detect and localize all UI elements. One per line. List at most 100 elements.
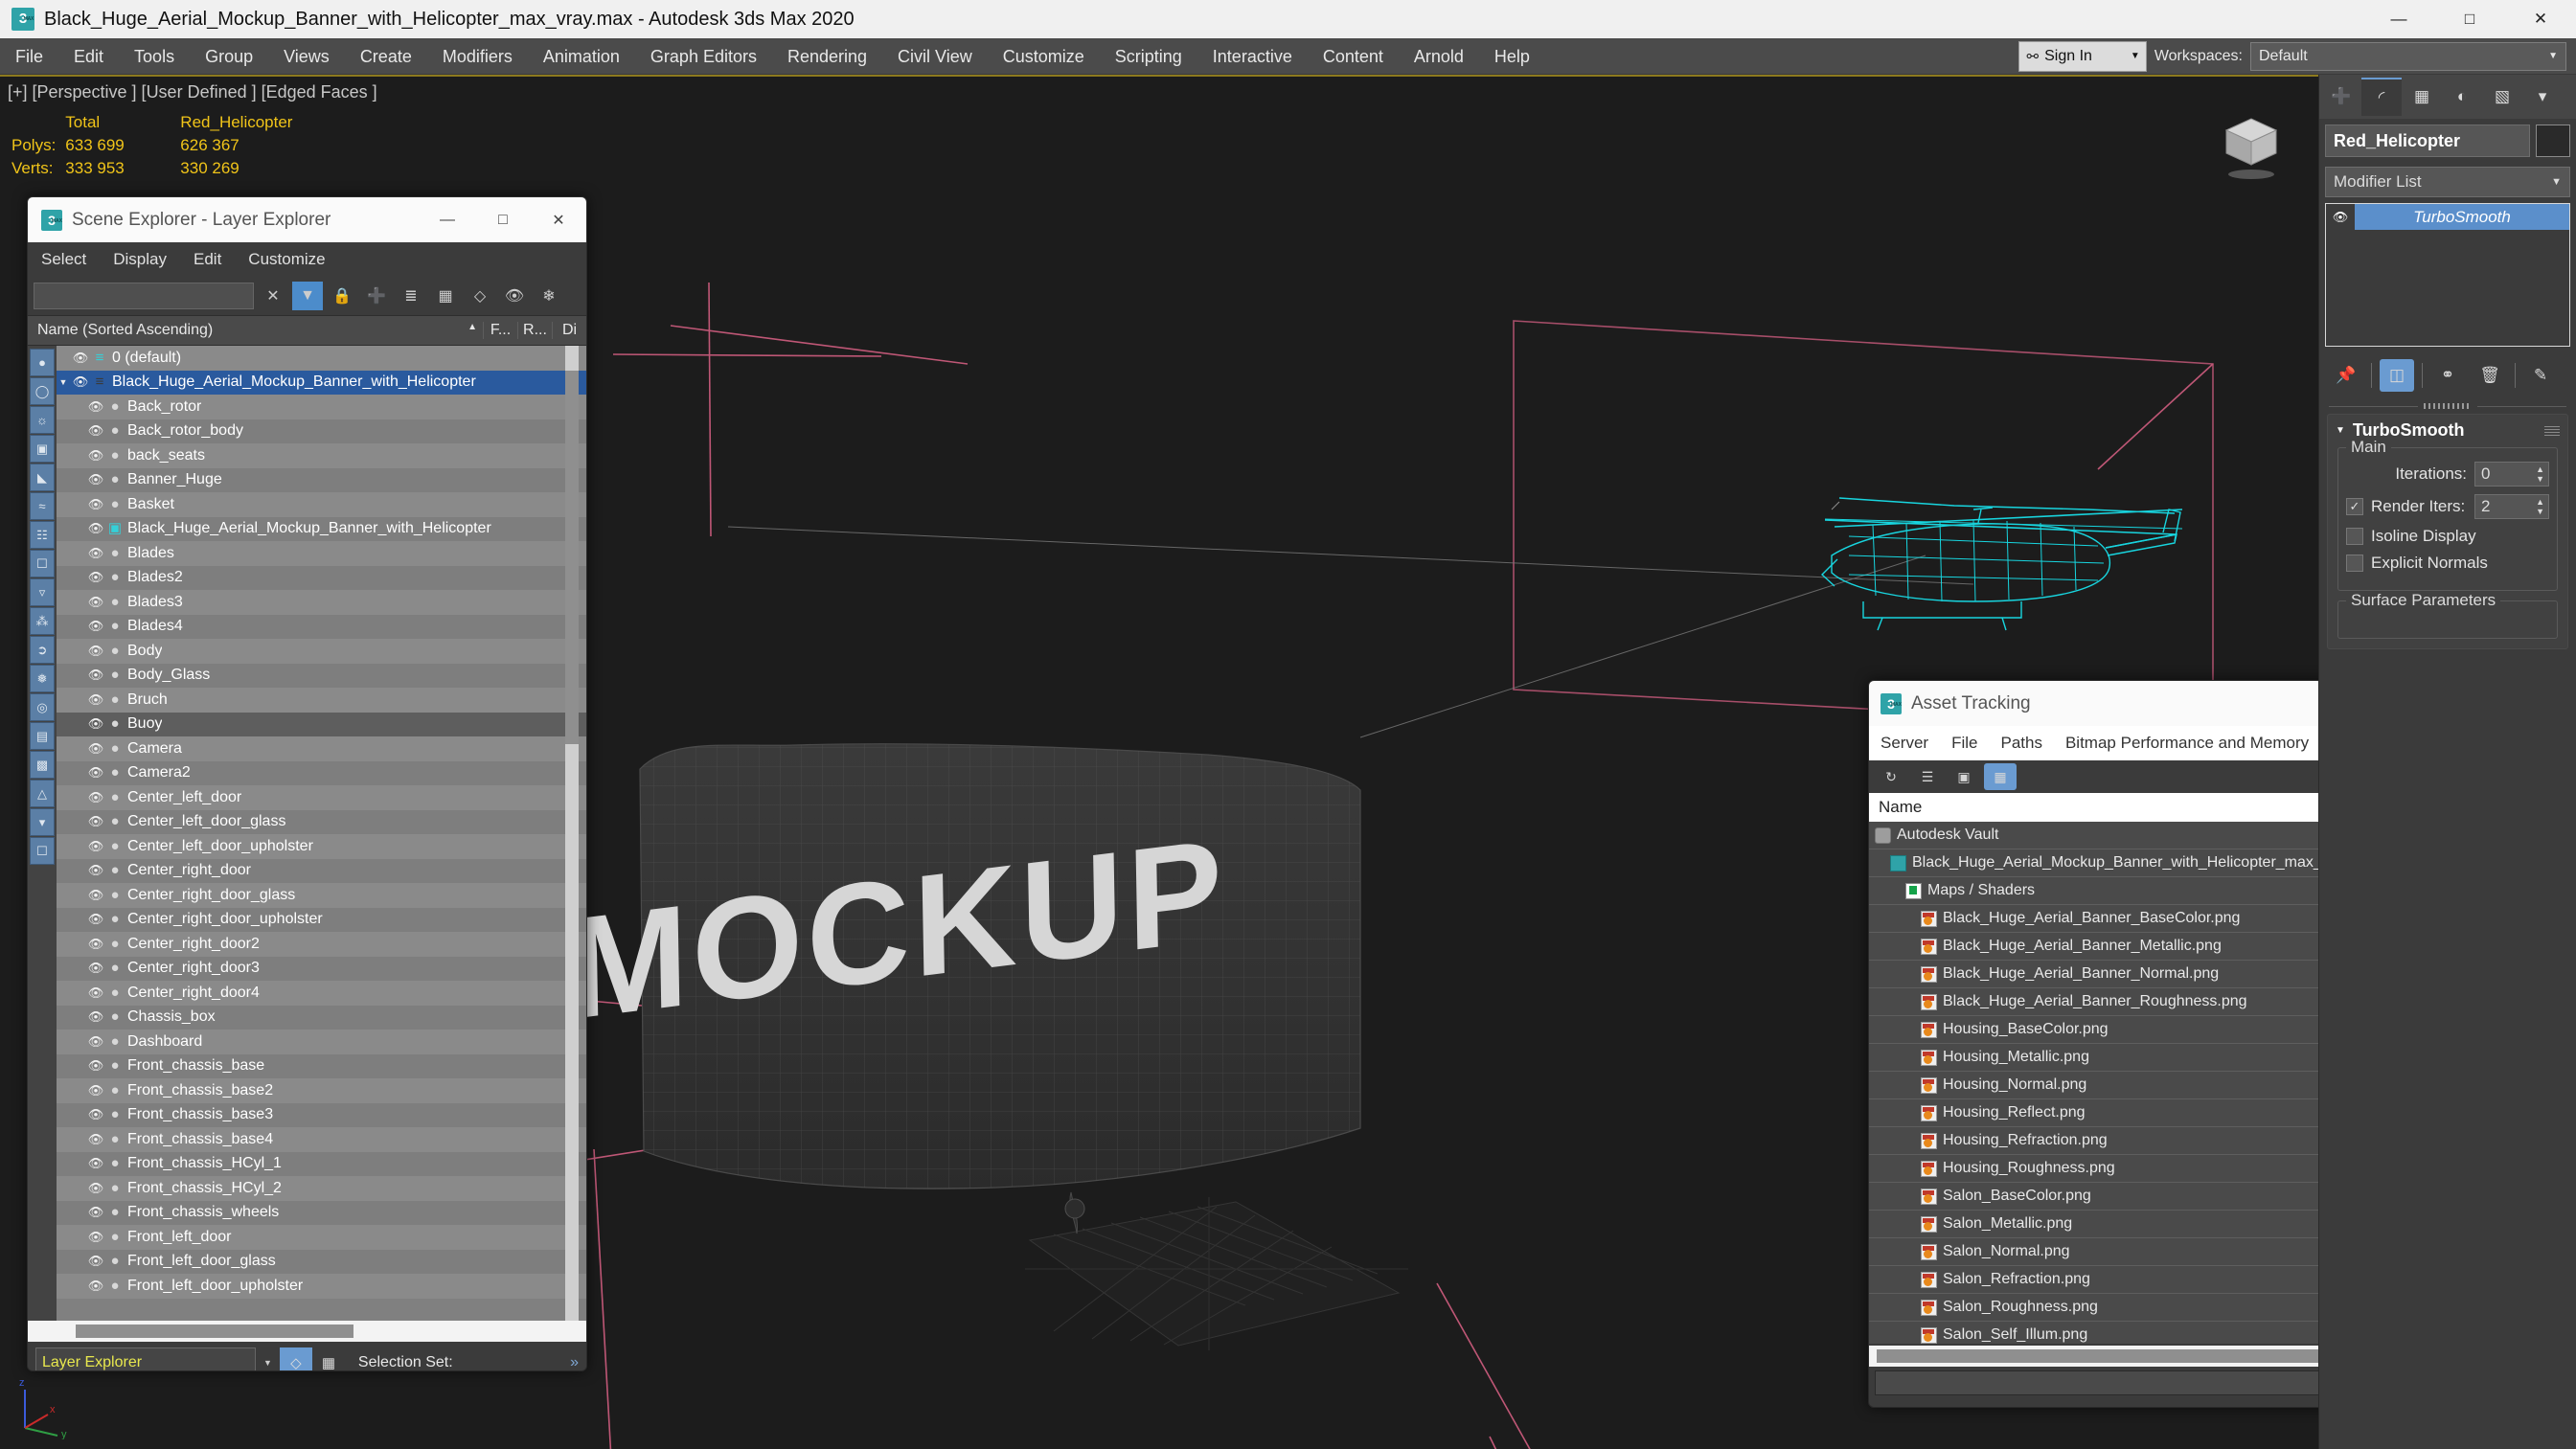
eye-icon[interactable]: 👁: [85, 741, 106, 757]
sign-in-button[interactable]: ⚯ Sign In ▼: [2017, 40, 2147, 72]
layers-icon[interactable]: ◇: [465, 282, 495, 310]
create-tab[interactable]: ➕: [2321, 78, 2361, 116]
se-menu-display[interactable]: Display: [100, 250, 180, 269]
command-panel[interactable]: ➕ ◜ ▦ ◐ ▧ ▾ Red_Helicopter Modifier List…: [2318, 75, 2576, 1449]
eye-icon[interactable]: 👁: [85, 472, 106, 487]
layer-explorer-toggle[interactable]: ◇: [279, 1347, 312, 1370]
scene-explorer-vscrollbar[interactable]: [565, 346, 579, 1321]
filter-extra-icon[interactable]: ☐: [30, 837, 55, 865]
eye-icon[interactable]: 👁: [85, 1181, 106, 1196]
filter-bones-icon[interactable]: ▿: [30, 578, 55, 606]
menu-graph-editors[interactable]: Graph Editors: [635, 38, 772, 75]
scene-explorer-row[interactable]: 👁 ● Blades4: [57, 614, 586, 639]
filter-selection-icon[interactable]: ➲: [30, 636, 55, 664]
make-unique-icon[interactable]: ⚭: [2430, 359, 2465, 392]
column-frozen[interactable]: F...: [483, 322, 517, 339]
eye-icon[interactable]: 👁: [70, 374, 91, 390]
workspace-dropdown[interactable]: Default ▼: [2250, 41, 2566, 71]
menu-customize[interactable]: Customize: [988, 38, 1100, 75]
scene-explorer-row[interactable]: 👁 ● Front_left_door_upholster: [57, 1274, 586, 1299]
eye-icon[interactable]: 👁: [2326, 204, 2355, 230]
menu-group[interactable]: Group: [190, 38, 268, 75]
eye-icon[interactable]: 👁: [85, 521, 106, 536]
modify-tab[interactable]: ◜: [2361, 78, 2402, 116]
eye-icon[interactable]: 👁: [85, 1009, 106, 1025]
scene-explorer-row[interactable]: 👁 ● Front_chassis_base2: [57, 1078, 586, 1103]
filter-frozen-icon[interactable]: ❅: [30, 665, 55, 692]
filter-icon[interactable]: ▼: [292, 282, 323, 310]
scene-explorer-row[interactable]: 👁 ● Camera2: [57, 760, 586, 785]
eye-icon[interactable]: 👁: [85, 1156, 106, 1171]
scene-explorer-row[interactable]: 👁 ● Center_right_door_upholster: [57, 907, 586, 932]
add-layer-icon[interactable]: ➕: [361, 282, 392, 310]
scene-explorer-row[interactable]: 👁 ● Banner_Huge: [57, 467, 586, 492]
column-display[interactable]: Di: [552, 322, 586, 339]
scene-explorer-row[interactable]: 👁 ▣ Black_Huge_Aerial_Mockup_Banner_with_H…: [57, 516, 586, 541]
eye-icon[interactable]: 👁: [85, 1058, 106, 1074]
scene-explorer-row[interactable]: 👁 ● Center_left_door: [57, 785, 586, 810]
scene-explorer-row[interactable]: 👁 ● Center_right_door_glass: [57, 883, 586, 908]
eye-icon[interactable]: 👁: [85, 1279, 106, 1294]
menu-animation[interactable]: Animation: [528, 38, 635, 75]
filter-shapes-icon[interactable]: ◯: [30, 377, 55, 405]
eye-icon[interactable]: 👁: [85, 765, 106, 781]
freeze-icon[interactable]: ❄: [534, 282, 564, 310]
scene-explorer-minimize[interactable]: —: [420, 197, 475, 242]
at-menu-file[interactable]: File: [1940, 734, 1989, 753]
scene-explorer-row[interactable]: 👁 ● Chassis_box: [57, 1005, 586, 1030]
filter-geometry-icon[interactable]: ●: [30, 349, 55, 376]
scene-explorer-row[interactable]: 👁 ● Blades3: [57, 590, 586, 615]
eye-icon[interactable]: 👁: [85, 546, 106, 561]
menu-arnold[interactable]: Arnold: [1399, 38, 1479, 75]
eye-icon[interactable]: 👁: [85, 668, 106, 683]
at-menu-server[interactable]: Server: [1869, 734, 1940, 753]
eye-icon[interactable]: 👁: [85, 1132, 106, 1147]
scene-explorer-row[interactable]: 👁 ≡ 0 (default): [57, 346, 586, 371]
object-name-field[interactable]: Red_Helicopter: [2325, 125, 2530, 157]
explicit-normals-checkbox[interactable]: [2346, 555, 2363, 572]
scene-explorer-row[interactable]: 👁 ● Front_chassis_base3: [57, 1102, 586, 1127]
rollout-grip-icon[interactable]: [2544, 424, 2560, 436]
se-menu-customize[interactable]: Customize: [235, 250, 338, 269]
scene-explorer-row[interactable]: 👁 ● Bruch: [57, 688, 586, 713]
menu-civil-view[interactable]: Civil View: [882, 38, 988, 75]
hierarchy-explorer-toggle[interactable]: ▦: [312, 1347, 345, 1370]
scrollbar-thumb[interactable]: [76, 1324, 353, 1338]
scene-explorer-row[interactable]: 👁 ● Body_Glass: [57, 663, 586, 688]
scene-explorer-hscrollbar[interactable]: [28, 1321, 586, 1342]
modifier-stack-item-turbosmooth[interactable]: 👁 TurboSmooth: [2326, 204, 2569, 230]
scene-explorer-maximize[interactable]: □: [475, 197, 531, 242]
eye-icon[interactable]: 👁: [85, 937, 106, 952]
filter-groups-icon[interactable]: ☷: [30, 521, 55, 549]
scene-explorer-row[interactable]: 👁 ● Center_right_door4: [57, 981, 586, 1006]
eye-icon[interactable]: 👁: [85, 1230, 106, 1245]
menu-edit[interactable]: Edit: [58, 38, 119, 75]
hierarchy-icon[interactable]: ▦: [430, 282, 461, 310]
minimize-button[interactable]: —: [2363, 0, 2434, 38]
se-menu-select[interactable]: Select: [28, 250, 100, 269]
scene-explorer-row[interactable]: 👁 ● Front_left_door_glass: [57, 1249, 586, 1274]
scene-explorer-search-input[interactable]: [34, 283, 254, 309]
spinner-arrows-icon[interactable]: ▲ ▼: [2536, 464, 2544, 484]
scene-explorer-row[interactable]: 👁 ● Blades2: [57, 565, 586, 590]
eye-icon[interactable]: 👁: [85, 888, 106, 903]
eye-icon[interactable]: 👁: [85, 985, 106, 1001]
filter-more-icon[interactable]: ▾: [30, 808, 55, 836]
scene-explorer-row[interactable]: 👁 ● Dashboard: [57, 1030, 586, 1054]
eye-icon[interactable]: 👁: [85, 497, 106, 512]
filter-misc-icon[interactable]: ▩: [30, 751, 55, 779]
scene-explorer-row[interactable]: 👁 ● Basket: [57, 492, 586, 517]
eye-icon[interactable]: 👁: [85, 1107, 106, 1122]
scene-explorer-row[interactable]: 👁 ● Center_right_door: [57, 858, 586, 883]
scene-explorer-row[interactable]: 👁 ● Front_chassis_HCyl_1: [57, 1151, 586, 1176]
isoline-display-checkbox[interactable]: [2346, 528, 2363, 545]
eye-icon[interactable]: 👁: [85, 619, 106, 634]
scene-explorer-row[interactable]: 👁 ● Front_left_door: [57, 1225, 586, 1250]
eye-icon[interactable]: 👁: [85, 644, 106, 659]
filter-layers-icon[interactable]: ▤: [30, 722, 55, 750]
column-renderable[interactable]: R...: [517, 322, 552, 339]
eye-icon[interactable]: 👁: [85, 448, 106, 464]
menu-create[interactable]: Create: [345, 38, 427, 75]
scene-explorer-list[interactable]: 👁 ≡ 0 (default) ▼ 👁 ≡ Black_Huge_Aerial_Mockup…: [57, 346, 586, 1321]
render-iters-spinner[interactable]: 2 ▲ ▼: [2474, 494, 2549, 519]
